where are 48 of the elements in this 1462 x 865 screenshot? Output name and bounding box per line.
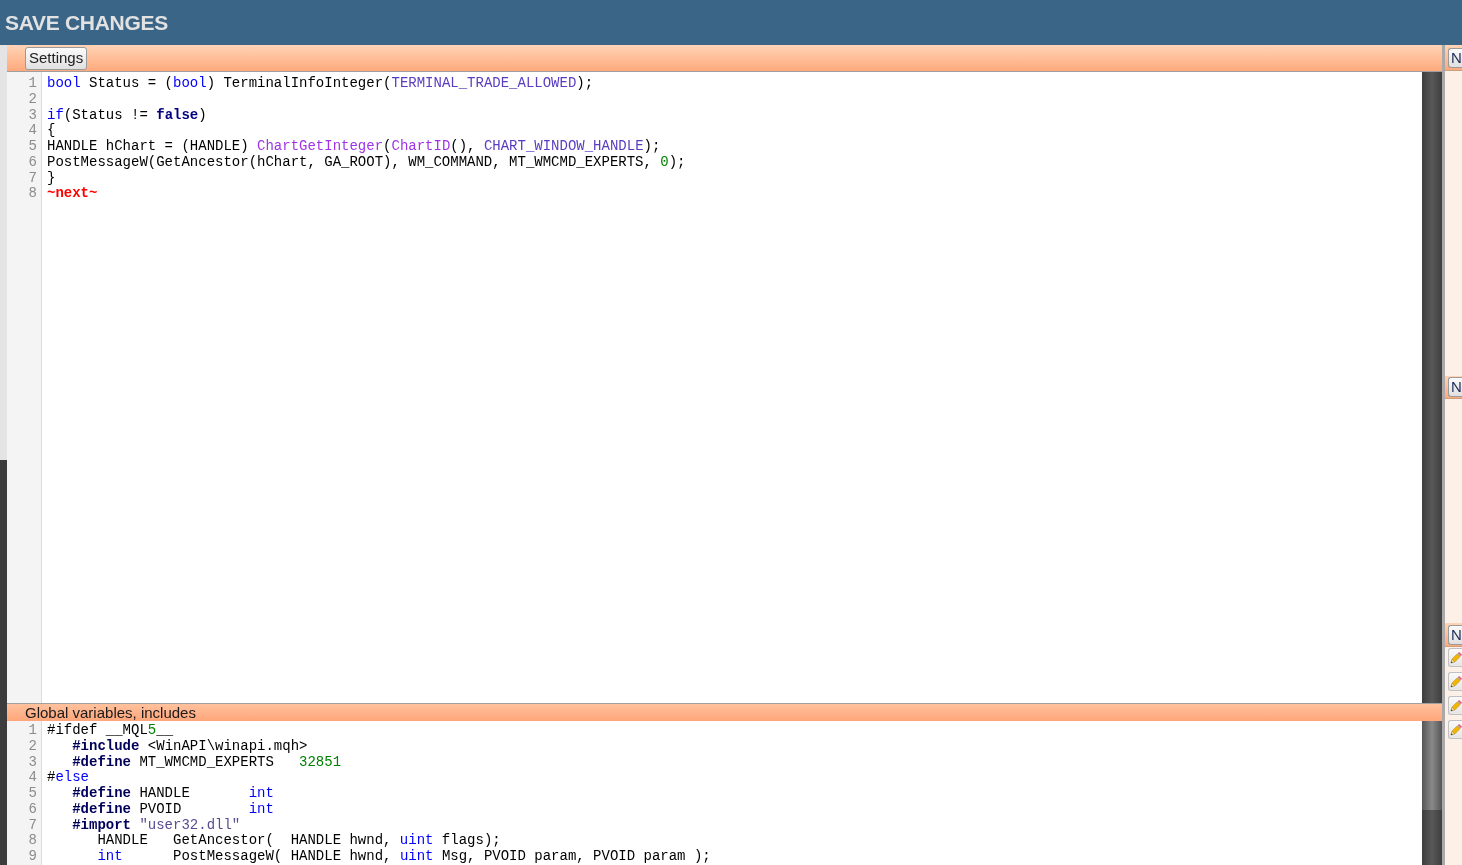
line-number: 4 xyxy=(28,122,37,139)
code-line: ~next~ xyxy=(47,185,98,202)
line-number: 6 xyxy=(28,153,37,170)
code-line: #define HANDLE int xyxy=(71,785,274,801)
code-line: HANDLE GetAncestor( HANDLE hwnd, uint flags); xyxy=(96,832,501,849)
code-line: #else xyxy=(47,769,89,786)
code-line: } xyxy=(47,169,56,186)
save-changes-button[interactable]: SAVE CHANGES xyxy=(5,12,168,33)
panel-button[interactable]: N xyxy=(1448,377,1462,397)
line-number: 3 xyxy=(28,753,37,770)
code-line: #define MT_WMCMD_EXPERTS 32851 xyxy=(71,753,342,770)
code-line: { xyxy=(47,122,56,139)
line-number: 1 xyxy=(28,75,37,91)
line-number: 5 xyxy=(28,785,37,801)
pencil-icon xyxy=(1450,699,1462,712)
panel-button[interactable]: N xyxy=(1448,624,1462,645)
edit-button[interactable] xyxy=(1448,720,1462,739)
scrollbar-thumb[interactable] xyxy=(1422,721,1442,810)
section-title: Global variables, includes xyxy=(25,704,196,721)
line-number: 6 xyxy=(28,800,37,817)
code-line: #ifdef __MQL5__ xyxy=(47,722,174,738)
settings-button[interactable]: Settings xyxy=(25,46,88,70)
line-number: 3 xyxy=(28,106,37,123)
pencil-icon xyxy=(1450,675,1462,688)
code-line: bool Status = (bool) TerminalInfoInteger(TERMINAL_TRADE_ALLOWED); xyxy=(47,75,594,91)
line-number: 8 xyxy=(28,832,37,849)
code-line: if(Status != false) xyxy=(47,106,207,123)
line-number: 2 xyxy=(28,90,37,107)
panel-button[interactable]: N xyxy=(1448,47,1462,68)
code-line: #define PVOID int xyxy=(71,800,274,817)
line-number: 7 xyxy=(28,816,37,833)
line-number: 7 xyxy=(28,169,37,186)
edit-button[interactable] xyxy=(1448,648,1462,667)
code-line: #include <WinAPI\winapi.mqh> xyxy=(71,737,308,754)
code-line: int PostMessageW( HANDLE hwnd, uint Msg, PVOID param, PVOID param ); xyxy=(96,848,711,864)
line-number: 8 xyxy=(28,185,37,202)
edit-button[interactable] xyxy=(1448,696,1462,715)
line-number: 4 xyxy=(28,769,37,786)
pencil-icon xyxy=(1450,723,1462,736)
edit-button[interactable] xyxy=(1448,672,1462,691)
code-line: HANDLE hChart = (HANDLE) ChartGetInteger(ChartID(), CHART_WINDOW_HANDLE); xyxy=(47,138,661,154)
line-number: 9 xyxy=(28,848,37,864)
line-number: 2 xyxy=(28,737,37,754)
pencil-icon xyxy=(1450,651,1462,664)
line-number: 1 xyxy=(28,722,37,738)
code-line: PostMessageW(GetAncestor(hChart, GA_ROOT), WM_COMMAND, MT_WMCMD_EXPERTS, 0); xyxy=(47,153,686,170)
line-number: 5 xyxy=(28,138,37,154)
code-line: #import "user32.dll" xyxy=(71,816,241,833)
